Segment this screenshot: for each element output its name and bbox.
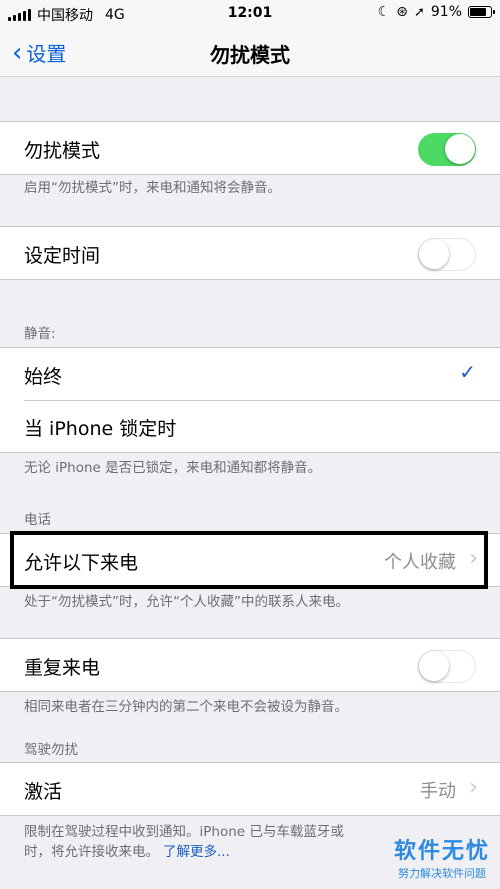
moon-icon: ☾	[377, 4, 391, 20]
battery-fill	[470, 8, 486, 16]
repeated-group: 重复来电	[0, 638, 500, 692]
silence-header: 静音:	[24, 326, 56, 342]
dnd-row: 勿扰模式	[0, 122, 500, 174]
dnd-toggle[interactable]	[418, 133, 476, 166]
driving-header: 驾驶勿扰	[24, 742, 78, 758]
scheduled-row: 设定时间	[0, 227, 500, 279]
repeated-note: 相同来电者在三分钟内的第二个来电不会被设为静音。	[24, 699, 348, 715]
driving-group: 激活 手动 ›	[0, 762, 500, 816]
dnd-label: 勿扰模式	[24, 140, 101, 162]
dnd-note: 启用“勿扰模式”时，来电和通知将会静音。	[24, 180, 281, 196]
silence-locked-label: 当 iPhone 锁定时	[24, 418, 177, 440]
checkmark-icon: ✓	[459, 360, 476, 384]
dnd-group: 勿扰模式	[0, 121, 500, 175]
toggle-knob	[419, 239, 449, 269]
watermark: 软件无忧 努力解决软件问题	[394, 833, 490, 881]
watermark-title: 软件无忧	[393, 839, 490, 864]
driving-note-line2: 时，将允许接收来电。	[24, 844, 159, 860]
phone-note: 处于“勿扰模式”时，允许“个人收藏”中的联系人来电。	[24, 594, 349, 610]
silence-always-row[interactable]: 始终 ✓	[0, 348, 500, 400]
battery-percent: 91%	[430, 4, 462, 20]
repeated-row: 重复来电	[0, 639, 500, 691]
activate-label: 激活	[24, 781, 63, 803]
page-title: 勿扰模式	[210, 43, 290, 67]
silence-note: 无论 iPhone 是否已锁定，来电和通知都将静音。	[24, 460, 322, 476]
rotation-lock-icon: ⊛	[396, 4, 408, 20]
toggle-knob	[445, 134, 475, 164]
silence-locked-row[interactable]: 当 iPhone 锁定时	[0, 400, 500, 452]
toggle-knob	[419, 651, 449, 681]
status-bar: 中国移动 4G 12:01 ☾ ⊛ ➚ 91%	[0, 0, 500, 28]
activate-row[interactable]: 激活 手动 ›	[0, 763, 500, 815]
repeated-toggle[interactable]	[418, 650, 476, 683]
silence-group: 始终 ✓ 当 iPhone 锁定时	[0, 347, 500, 453]
chevron-right-icon: ›	[469, 775, 478, 800]
scheduled-label: 设定时间	[24, 245, 101, 267]
repeated-label: 重复来电	[24, 657, 101, 679]
silence-always-label: 始终	[24, 366, 63, 388]
scheduled-group: 设定时间	[0, 226, 500, 280]
scheduled-toggle[interactable]	[418, 238, 476, 271]
activate-value: 手动	[420, 781, 456, 802]
navigation-bar: ‹ 设置 勿扰模式	[0, 28, 500, 77]
battery-icon	[468, 6, 495, 18]
phone-header: 电话	[24, 512, 51, 528]
location-icon: ➚	[413, 4, 425, 20]
learn-more-link[interactable]: 了解更多...	[163, 844, 230, 860]
highlight-box	[10, 531, 488, 589]
watermark-subtitle: 努力解决软件问题	[397, 867, 486, 880]
